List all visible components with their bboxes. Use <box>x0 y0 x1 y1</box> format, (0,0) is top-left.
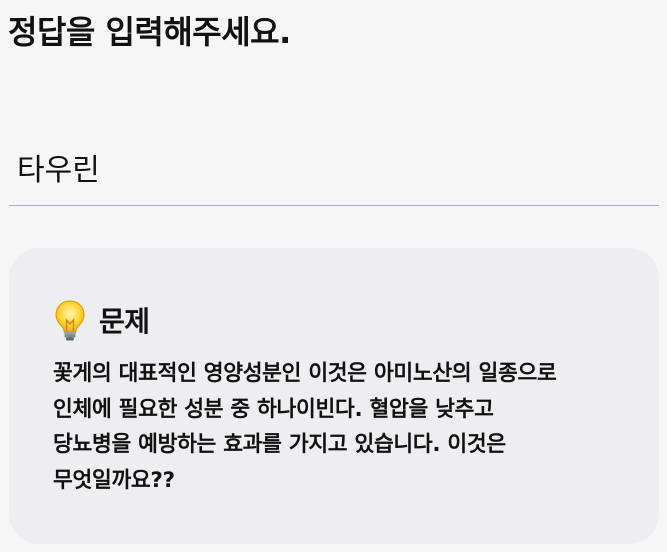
question-title: 문제 <box>99 305 150 338</box>
question-card: 문제 꽃게의 대표적인 영양성분인 이것은 아미노산의 일종으로 인체에 필요한… <box>9 248 659 544</box>
quiz-page: 정답을 입력해주세요. 타우린 문제 꽃게의 대표적인 영양성분인 이것은 아미… <box>0 0 667 552</box>
page-title: 정답을 입력해주세요. <box>8 13 291 51</box>
question-line: 당뇨병을 예방하는 효과를 가지고 있습니다. 이것은 <box>53 432 506 457</box>
question-line: 꽃게의 대표적인 영양성분인 이것은 아미노산의 일종으로 <box>53 361 557 386</box>
answer-input[interactable] <box>9 128 659 206</box>
question-line: 인체에 필요한 성분 중 하나이빈다. 혈압을 낮추고 <box>53 396 494 422</box>
question-header: 문제 <box>53 298 619 342</box>
question-line: 무엇일까요?? <box>53 467 175 493</box>
lightbulb-icon <box>53 298 87 342</box>
question-text: 꽃게의 대표적인 영양성분인 이것은 아미노산의 일종으로 인체에 필요한 성분… <box>53 356 613 498</box>
